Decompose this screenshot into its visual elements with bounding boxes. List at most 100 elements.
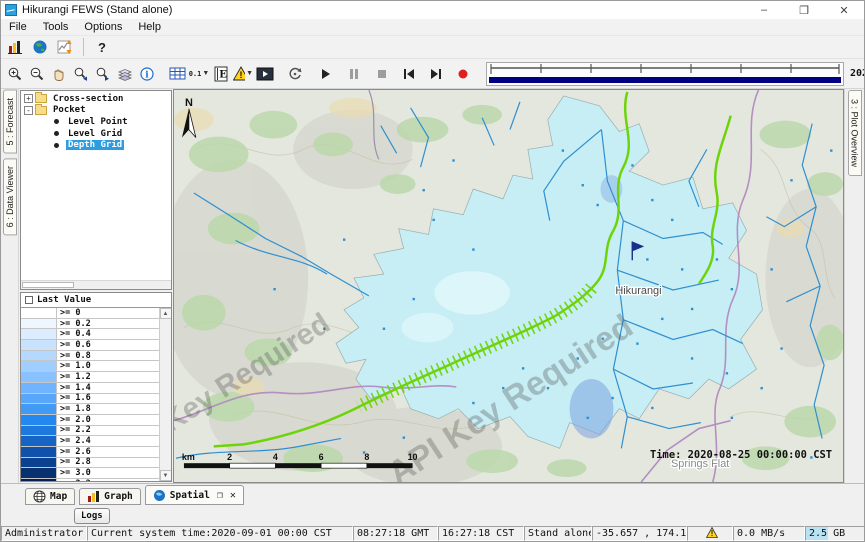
map-view[interactable]: API Key Required API Key Required Hikura… xyxy=(173,89,844,483)
timeseries-display-button[interactable] xyxy=(54,36,76,58)
status-warning-icon[interactable]: ! xyxy=(706,527,718,541)
tree-item[interactable]: Depth Grid xyxy=(21,139,171,151)
filter-tree: + Cross-section - Pocket xyxy=(20,90,172,290)
left-side-tab[interactable]: 5 : Forecast xyxy=(3,90,17,154)
legend-color-swatch xyxy=(21,308,57,318)
svg-text:!: ! xyxy=(709,529,714,538)
layers-button[interactable] xyxy=(114,63,136,85)
scale-bar-button[interactable]: E xyxy=(210,63,232,85)
record-button[interactable] xyxy=(452,63,474,85)
legend-row[interactable]: >= 2.6 xyxy=(21,447,159,458)
scrollbar-thumb[interactable] xyxy=(22,282,74,288)
legend-row[interactable]: >= 0.4 xyxy=(21,329,159,340)
legend-row-label: >= 1.8 xyxy=(57,404,159,414)
grid-display-button[interactable] xyxy=(166,63,188,85)
tree-item-icon xyxy=(54,119,59,124)
tree-expander-icon[interactable]: + xyxy=(24,94,33,103)
legend-row[interactable]: >= 1.8 xyxy=(21,404,159,415)
legend-row-label: >= 3.0 xyxy=(57,468,159,478)
status-cell-text: -35.657 , 174.199 xyxy=(596,528,687,539)
menu-item[interactable]: Tools xyxy=(35,21,77,33)
legend-row[interactable]: >= 0.6 xyxy=(21,340,159,351)
right-side-tab[interactable]: 3 : Plot Overview xyxy=(848,90,862,176)
menu-item[interactable]: Help xyxy=(130,21,169,33)
database-display-button[interactable] xyxy=(4,36,26,58)
warnings-button[interactable]: ! ▼ xyxy=(232,63,254,85)
zoom-out-button[interactable] xyxy=(26,63,48,85)
legend-row[interactable]: >= 1.6 xyxy=(21,394,159,405)
scroll-up-icon[interactable]: ▲ xyxy=(160,308,172,319)
wire-globe-icon xyxy=(33,490,46,503)
legend-row-label: >= 2.2 xyxy=(57,426,159,436)
svg-text:km: km xyxy=(182,452,195,462)
right-tab-strip: 3 : Plot Overview xyxy=(844,89,864,483)
legend-color-swatch xyxy=(21,447,57,457)
legend-row[interactable]: >= 3.0 xyxy=(21,468,159,479)
status-cell: ! 0.0 MB/s xyxy=(733,526,805,541)
legend-row[interactable]: >= 1.4 xyxy=(21,383,159,394)
menu-item[interactable]: File xyxy=(1,21,35,33)
tab-map[interactable]: Map xyxy=(25,488,75,505)
tab-spatial[interactable]: Spatial ❐ ✕ xyxy=(145,485,244,505)
zoom-previous-button[interactable] xyxy=(70,63,92,85)
tree-item-icon xyxy=(54,143,59,148)
classbreaks-button[interactable]: 0.1 ▼ xyxy=(188,63,210,85)
maximize-button[interactable]: ❐ xyxy=(784,1,824,19)
status-cell-text: 0.0 MB/s xyxy=(737,528,785,539)
legend-row[interactable]: >= 0.2 xyxy=(21,319,159,330)
legend-table: >= 0 >= 0.2 >= 0.4 xyxy=(21,308,159,481)
legend-row[interactable]: >= 3.2 xyxy=(21,479,159,481)
movie-loop-button[interactable] xyxy=(284,63,306,85)
legend-color-swatch xyxy=(21,372,57,382)
tree-item-label: Level Point xyxy=(66,117,130,127)
legend-row[interactable]: >= 2.2 xyxy=(21,426,159,437)
app-icon xyxy=(5,4,17,16)
map-canvas[interactable]: API Key Required API Key Required Hikura… xyxy=(174,90,843,482)
legend-row-label: >= 0 xyxy=(57,308,159,318)
status-bar: ! Administrator ! Current system time:20… xyxy=(1,526,864,541)
legend-color-swatch xyxy=(21,458,57,468)
stop-button[interactable] xyxy=(371,63,393,85)
timeline-slider[interactable] xyxy=(486,62,844,86)
tab-graph[interactable]: Graph xyxy=(79,488,141,505)
movie-player-button[interactable] xyxy=(254,63,276,85)
last-frame-button[interactable] xyxy=(424,63,446,85)
svg-text:2: 2 xyxy=(227,452,232,462)
legend-row[interactable]: >= 2.8 xyxy=(21,458,159,469)
logs-button[interactable]: Logs xyxy=(74,508,110,524)
zoom-next-button[interactable] xyxy=(92,63,114,85)
play-button[interactable] xyxy=(315,63,337,85)
legend-row[interactable]: >= 2.4 xyxy=(21,436,159,447)
tree-item[interactable]: Level Point xyxy=(21,116,171,128)
tree-item[interactable]: + Cross-section xyxy=(21,93,171,105)
legend-color-swatch xyxy=(21,426,57,436)
tab-close-icon[interactable]: ✕ xyxy=(230,490,236,501)
legend-row[interactable]: >= 1.0 xyxy=(21,361,159,372)
legend-row[interactable]: >= 0 xyxy=(21,308,159,319)
pan-button[interactable] xyxy=(48,63,70,85)
first-frame-button[interactable] xyxy=(398,63,420,85)
left-side-tab[interactable]: 6 : Data Viewer xyxy=(3,158,17,235)
map-display-button[interactable] xyxy=(29,36,51,58)
tree-item[interactable]: Level Grid xyxy=(21,128,171,140)
window-title: Hikurangi FEWS (Stand alone) xyxy=(22,4,172,16)
legend-row[interactable]: >= 2.0 xyxy=(21,415,159,426)
tree-expander-icon[interactable]: - xyxy=(24,106,33,115)
minimize-button[interactable]: – xyxy=(744,1,784,19)
tree-horizontal-scrollbar[interactable] xyxy=(21,280,171,289)
svg-text:4: 4 xyxy=(273,452,278,462)
zoom-in-button[interactable] xyxy=(4,63,26,85)
help-button[interactable]: ? xyxy=(91,36,113,58)
legend-scrollbar[interactable]: ▲ ▼ xyxy=(159,308,171,481)
scroll-down-icon[interactable]: ▼ xyxy=(160,470,172,481)
tab-maximize-icon[interactable]: ❐ xyxy=(217,490,223,501)
tree-item[interactable]: - Pocket xyxy=(21,105,171,117)
pause-button[interactable] xyxy=(343,63,365,85)
info-button[interactable]: i xyxy=(136,63,158,85)
legend-row-label: >= 1.0 xyxy=(57,361,159,371)
menu-item[interactable]: Options xyxy=(76,21,130,33)
legend-row[interactable]: >= 0.8 xyxy=(21,351,159,362)
close-button[interactable]: ✕ xyxy=(824,1,864,19)
legend-row[interactable]: >= 1.2 xyxy=(21,372,159,383)
last-value-checkbox[interactable] xyxy=(25,296,33,304)
